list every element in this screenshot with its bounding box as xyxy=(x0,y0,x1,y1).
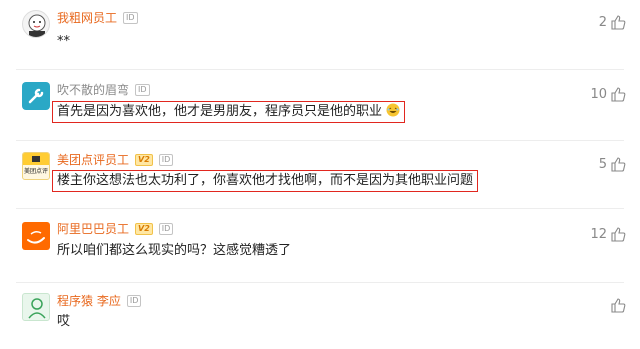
username-link[interactable]: 阿里巴巴员工 xyxy=(57,221,129,237)
user-silhouette-avatar[interactable] xyxy=(22,293,50,321)
thumbs-up-icon xyxy=(610,86,626,102)
thumbs-up-icon xyxy=(610,226,626,242)
username-link[interactable]: 程序猿 李应 xyxy=(57,293,121,309)
id-badge: ID xyxy=(126,295,142,307)
comment-text-highlighted: 首先是因为喜欢他，他才是男朋友，程序员只是他的职业 xyxy=(52,101,406,123)
like-button[interactable]: 2 xyxy=(599,14,626,30)
comment-text: 哎 xyxy=(57,314,71,329)
thumbs-up-icon xyxy=(610,14,626,30)
comment-header: 吹不散的眉弯 ID xyxy=(57,82,150,98)
comment-item: 美团点评 美团点评员工 V2 ID 楼主你这想法也太功利了，你喜欢他才找他啊，而… xyxy=(0,141,640,208)
comment-text: 所以咱们都这么现实的吗？这感觉糟透了 xyxy=(57,243,292,258)
comment-header: 阿里巴巴员工 V2 ID xyxy=(57,221,174,237)
comment-header: 我粗网员工 ID xyxy=(57,10,138,26)
username-link[interactable]: 我粗网员工 xyxy=(57,10,117,26)
v2-badge: V2 xyxy=(135,154,153,166)
wrench-avatar[interactable] xyxy=(22,82,50,110)
comment-item: 吹不散的眉弯 ID 首先是因为喜欢他，他才是男朋友，程序员只是他的职业 10 xyxy=(0,70,640,140)
v2-badge: V2 xyxy=(135,223,153,235)
id-badge: ID xyxy=(123,12,138,24)
like-count: 10 xyxy=(590,86,607,102)
meituan-logo-avatar[interactable]: 美团点评 xyxy=(22,152,50,180)
comment-text: 楼主你这想法也太功利了，你喜欢他才找他啊，而不是因为其他职业问题 xyxy=(57,173,474,188)
like-count: 2 xyxy=(598,14,607,30)
id-badge: ID xyxy=(135,84,150,96)
like-count: 12 xyxy=(590,226,607,242)
like-button[interactable]: 10 xyxy=(590,86,626,102)
cartoon-face-avatar[interactable] xyxy=(22,10,50,38)
like-button[interactable]: 12 xyxy=(590,226,626,242)
comment-item: 程序猿 李应 ID 哎 xyxy=(0,283,640,349)
username-link[interactable]: 美团点评员工 xyxy=(57,152,129,168)
like-button[interactable]: 5 xyxy=(599,156,626,172)
comment-text: 首先是因为喜欢他，他才是男朋友，程序员只是他的职业 xyxy=(57,104,383,119)
comment-list: 我粗网员工 ID ** 2 吹不散的眉弯 ID 首先是因为喜欢他，他才是男朋友，… xyxy=(0,0,640,349)
like-count: 5 xyxy=(598,156,607,172)
laughing-emoji-icon xyxy=(386,103,400,117)
alibaba-logo-avatar[interactable] xyxy=(22,222,50,250)
id-badge: ID xyxy=(158,154,174,166)
comment-header: 程序猿 李应 ID xyxy=(57,293,142,309)
comment-item: 我粗网员工 ID ** 2 xyxy=(0,0,640,70)
id-badge: ID xyxy=(158,223,174,235)
like-button[interactable] xyxy=(607,297,626,313)
comment-text: ** xyxy=(57,34,70,49)
comment-text-highlighted: 楼主你这想法也太功利了，你喜欢他才找他啊，而不是因为其他职业问题 xyxy=(52,170,479,192)
comment-header: 美团点评员工 V2 ID xyxy=(57,152,174,168)
thumbs-up-icon xyxy=(610,297,626,313)
avatar-label: 美团点评 xyxy=(23,168,48,175)
username-link[interactable]: 吹不散的眉弯 xyxy=(57,82,129,98)
comment-item: 阿里巴巴员工 V2 ID 所以咱们都这么现实的吗？这感觉糟透了 12 xyxy=(0,209,640,282)
thumbs-up-icon xyxy=(610,156,626,172)
